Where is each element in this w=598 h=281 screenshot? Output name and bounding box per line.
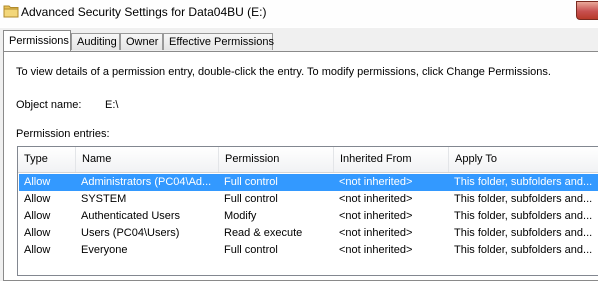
cell-inherited-from: <not inherited>: [339, 193, 413, 205]
table-row[interactable]: Allow Administrators (PC04\Ad... Full co…: [19, 174, 598, 191]
column-header-apply-to[interactable]: Apply To: [449, 147, 598, 172]
title-bar: Advanced Security Settings for Data04BU …: [0, 0, 598, 28]
cell-apply-to: This folder, subfolders and...: [454, 210, 593, 222]
tab-strip: Permissions Auditing Owner Effective Per…: [0, 30, 598, 52]
permission-entries-list[interactable]: Type Name Permission Inherited From Appl…: [17, 146, 598, 276]
tab-permissions[interactable]: Permissions: [3, 30, 71, 51]
cell-inherited-from: <not inherited>: [339, 244, 413, 256]
cell-name: Users (PC04\Users): [81, 227, 180, 239]
cell-type: Allow: [24, 227, 51, 239]
cell-inherited-from: <not inherited>: [339, 176, 413, 188]
cell-name: Administrators (PC04\Ad...: [81, 176, 212, 188]
close-button[interactable]: [576, 1, 598, 20]
cell-name: Everyone: [81, 244, 128, 256]
cell-permission: Modify: [224, 210, 257, 222]
folder-icon: [3, 4, 19, 18]
cell-apply-to: This folder, subfolders and...: [454, 193, 593, 205]
object-name-value: E:\: [105, 99, 119, 111]
cell-apply-to: This folder, subfolders and...: [454, 227, 593, 239]
cell-name: Authenticated Users: [81, 210, 181, 222]
tab-owner[interactable]: Owner: [120, 33, 163, 50]
table-row[interactable]: Allow Everyone Full control <not inherit…: [19, 242, 598, 259]
tab-auditing[interactable]: Auditing: [71, 33, 120, 50]
instructions-text: To view details of a permission entry, d…: [16, 66, 551, 78]
cell-permission: Full control: [224, 176, 278, 188]
cell-type: Allow: [24, 210, 51, 222]
cell-inherited-from: <not inherited>: [339, 227, 413, 239]
cell-permission: Full control: [224, 244, 278, 256]
cell-name: SYSTEM: [81, 193, 127, 205]
permission-entries-label: Permission entries:: [16, 128, 110, 140]
column-header-permission[interactable]: Permission: [219, 147, 334, 172]
cell-inherited-from: <not inherited>: [339, 210, 413, 222]
cell-permission: Read & execute: [224, 227, 303, 239]
column-header-inherited-from[interactable]: Inherited From: [334, 147, 449, 172]
table-row[interactable]: Allow Users (PC04\Users) Read & execute …: [19, 225, 598, 242]
column-header-type[interactable]: Type: [18, 147, 76, 172]
cell-type: Allow: [24, 176, 51, 188]
cell-apply-to: This folder, subfolders and...: [454, 176, 593, 188]
window-title: Advanced Security Settings for Data04BU …: [21, 5, 267, 19]
object-name-label: Object name:: [16, 99, 82, 111]
table-row[interactable]: Allow SYSTEM Full control <not inherited…: [19, 191, 598, 208]
cell-type: Allow: [24, 193, 51, 205]
list-header: Type Name Permission Inherited From Appl…: [18, 147, 598, 173]
tab-effective-permissions[interactable]: Effective Permissions: [163, 33, 274, 50]
column-header-name[interactable]: Name: [76, 147, 219, 172]
table-row[interactable]: Allow Authenticated Users Modify <not in…: [19, 208, 598, 225]
cell-apply-to: This folder, subfolders and...: [454, 244, 593, 256]
cell-type: Allow: [24, 244, 51, 256]
cell-permission: Full control: [224, 193, 278, 205]
